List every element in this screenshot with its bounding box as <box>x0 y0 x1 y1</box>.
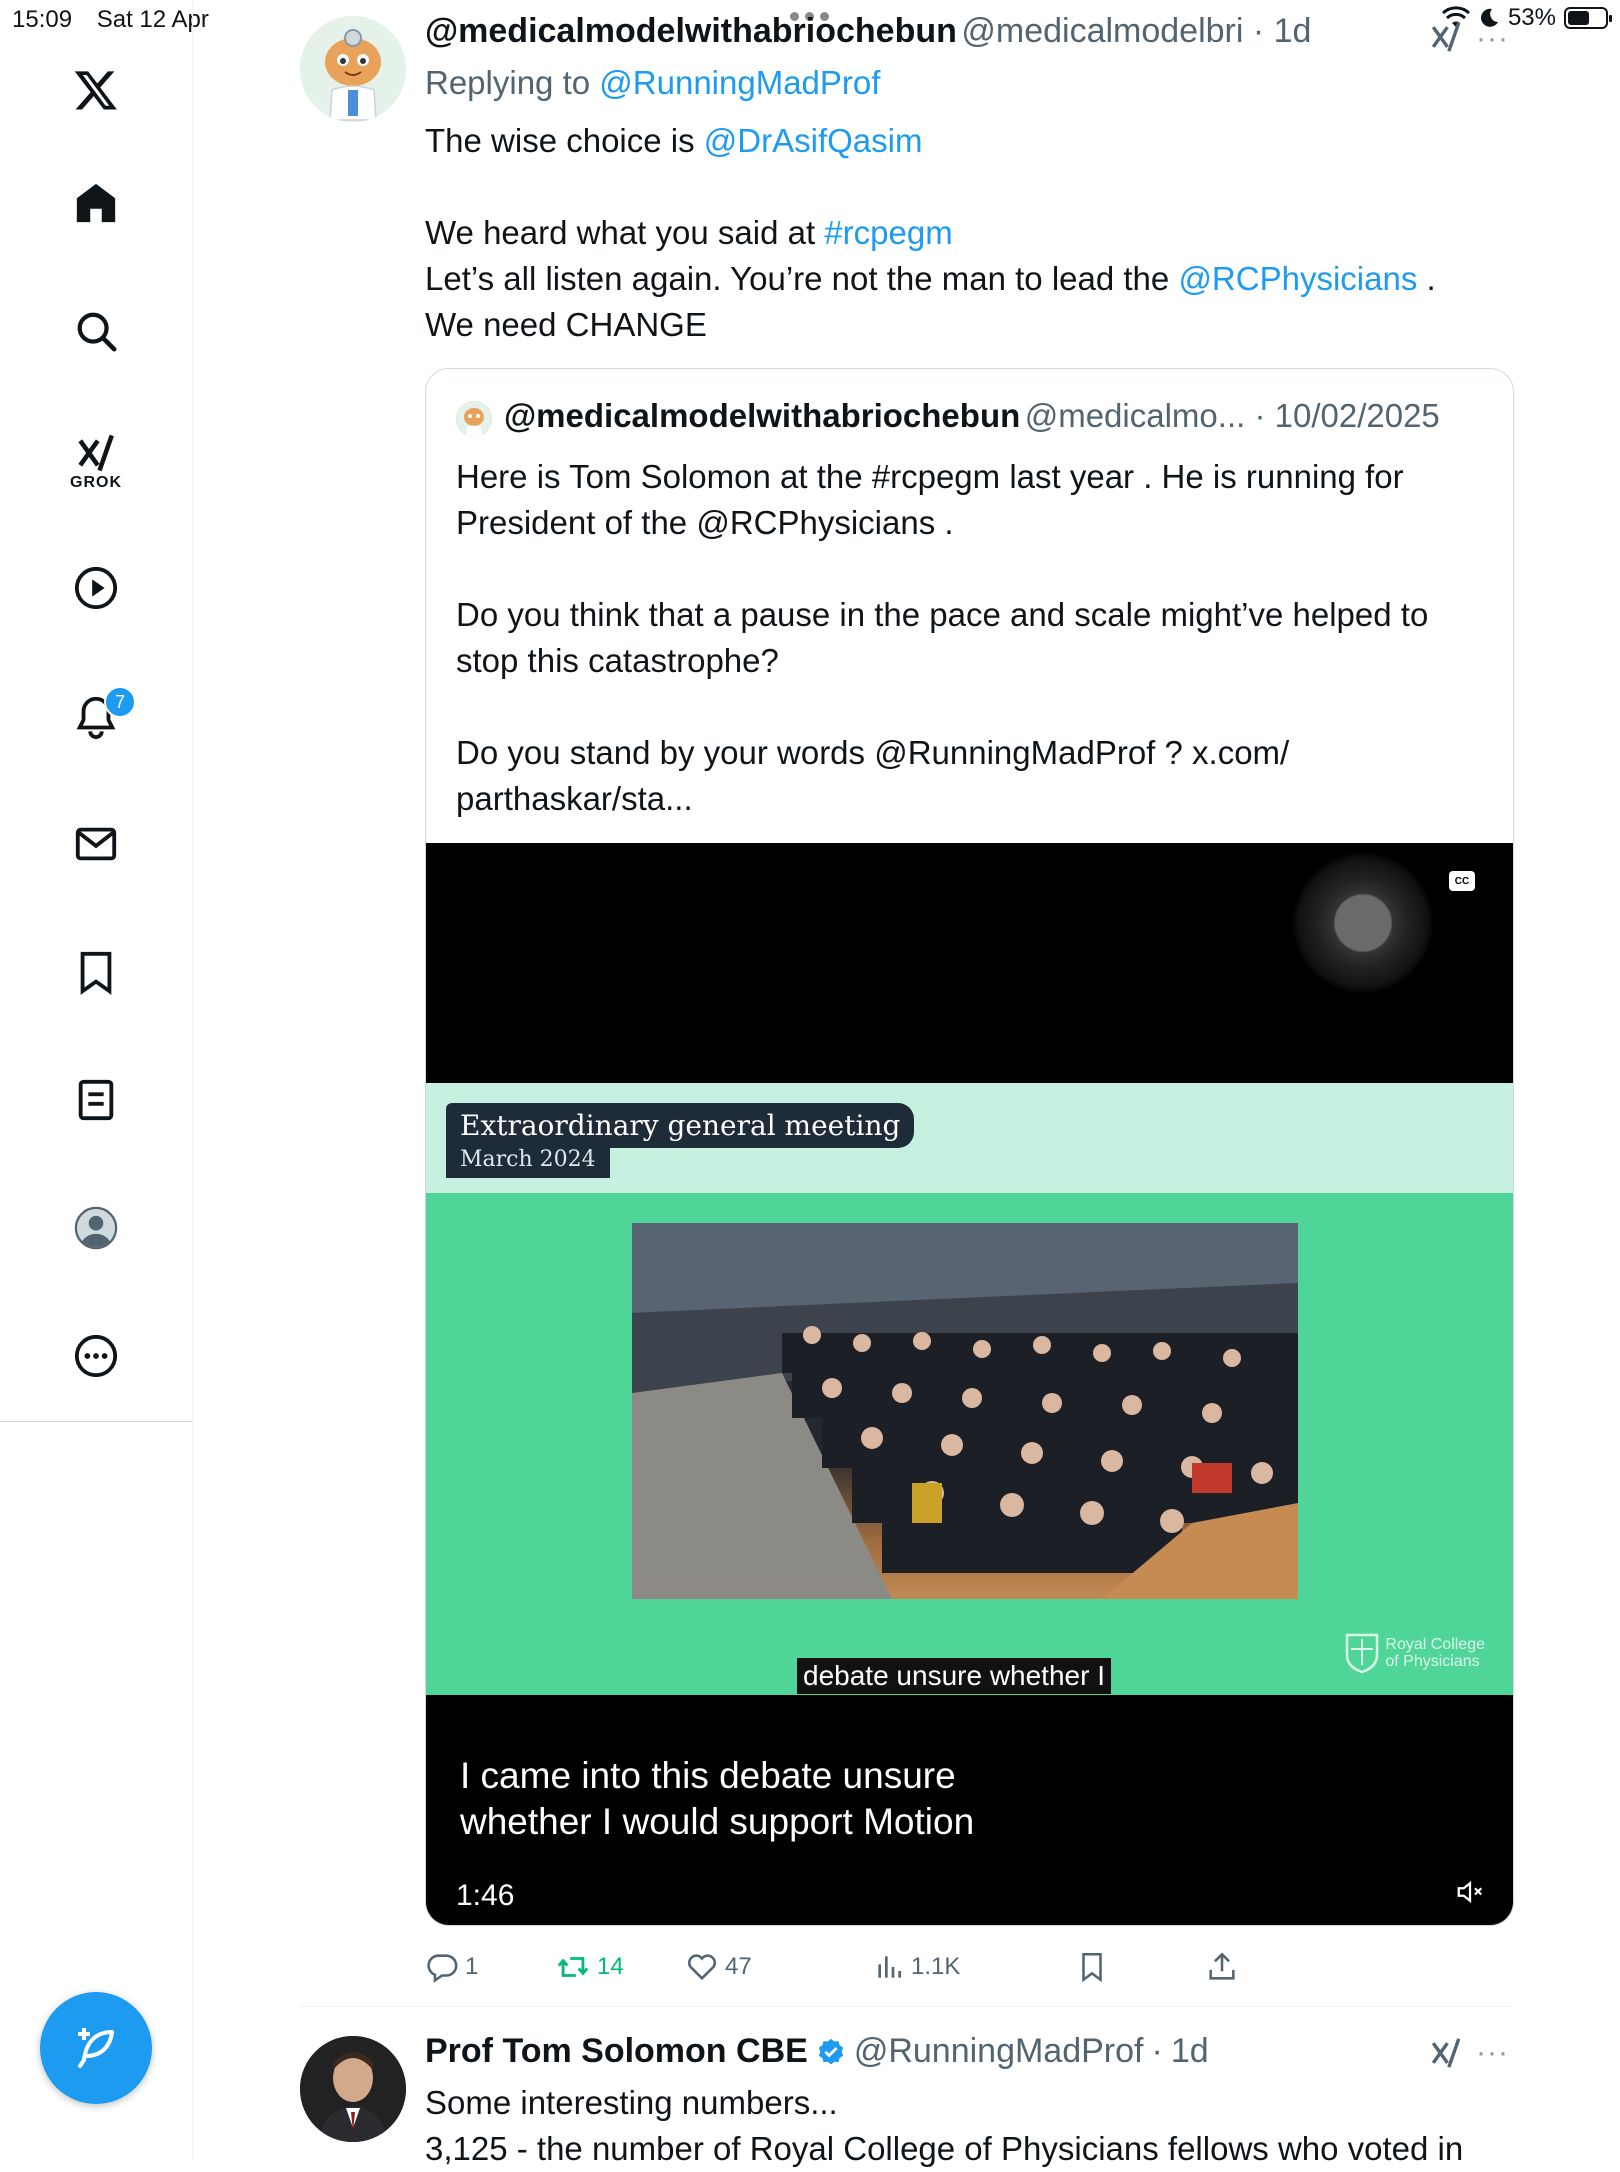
more-icon[interactable] <box>66 1326 126 1386</box>
rcp-logo: Royal College of Physicians <box>1345 1633 1485 1673</box>
repost-button[interactable]: 14 <box>555 1950 685 1984</box>
next-tweet-time[interactable]: 1d <box>1171 2032 1209 2071</box>
video-icon[interactable] <box>66 558 126 618</box>
x-logo-icon[interactable] <box>66 60 126 120</box>
quoted-author-avatar <box>456 401 492 437</box>
share-icon <box>1209 1952 1235 1980</box>
sidebar-divider <box>0 1421 192 1422</box>
tweet-more-icon[interactable]: ··· <box>1476 22 1509 56</box>
bookmark-button[interactable] <box>1075 1950 1205 1984</box>
reply-icon <box>427 1954 458 1983</box>
lists-icon[interactable] <box>66 1070 126 1130</box>
mention-rcphysicians[interactable]: @RCPhysicians <box>1178 260 1417 297</box>
compose-post-button[interactable] <box>40 1992 152 2104</box>
tweet-body: The wise choice is @DrAsifQasim We heard… <box>425 118 1515 348</box>
video-player[interactable]: CC Extraordinary general meeting March 2… <box>426 843 1513 1925</box>
verified-badge-icon <box>818 2038 844 2064</box>
author-handle[interactable]: @medicalmodelbri <box>961 12 1243 50</box>
quoted-author-handle: @medicalmo... <box>1024 397 1246 434</box>
reply-button[interactable]: 1 <box>425 1950 555 1984</box>
share-button[interactable] <box>1205 1950 1239 1984</box>
grok-label: GROK <box>70 474 122 491</box>
grok-icon[interactable]: GROK <box>66 422 126 502</box>
cartoon-doctor-avatar-icon <box>456 401 492 437</box>
tweet-time[interactable]: 1d <box>1274 12 1312 50</box>
next-author-avatar[interactable] <box>300 2036 406 2142</box>
audience-photo <box>632 1223 1298 1599</box>
next-tweet-body: Some interesting numbers... 3,125 - the … <box>425 2080 1515 2172</box>
tweet-line1: The wise choice is <box>425 122 695 159</box>
tweet-line2: We heard what you said at <box>425 214 816 251</box>
video-frame: Extraordinary general meeting March 2024 <box>426 1083 1513 1695</box>
battery-percent: 53% <box>1507 4 1556 31</box>
compose-feather-icon <box>78 2028 114 2068</box>
tweet-divider <box>300 2006 1514 2007</box>
replying-to-line: Replying to @RunningMadProf <box>425 60 880 106</box>
quoted-tweet-card[interactable]: @medicalmodelwithabriochebun @medicalmo.… <box>425 368 1514 1926</box>
next-author-name[interactable]: Prof Tom Solomon CBE <box>425 2032 808 2071</box>
mention-drasifqasim[interactable]: @DrAsifQasim <box>704 122 923 159</box>
like-button[interactable]: 47 <box>685 1950 873 1984</box>
battery-icon <box>1564 7 1612 29</box>
tweet-line3: Let’s all listen again. You’re not the m… <box>425 260 1170 297</box>
captions-button[interactable]: CC <box>1449 871 1475 891</box>
views-button[interactable]: 1.1K <box>873 1951 1075 1983</box>
touch-indicator <box>1293 853 1433 993</box>
grok-explain-icon[interactable] <box>1428 20 1464 59</box>
tweet-header: @medicalmodelwithabriochebun @medicalmod… <box>425 12 1312 50</box>
next-tweet-header: Prof Tom Solomon CBE @RunningMadProf · 1d <box>425 2032 1209 2071</box>
hashtag-rcpegm[interactable]: #rcpegm <box>824 214 952 251</box>
rcp-crest-icon <box>1346 1633 1379 1673</box>
reply-count: 1 <box>465 1953 479 1980</box>
burned-in-subtitle: debate unsure whether I <box>797 1658 1111 1694</box>
repost-count: 14 <box>597 1953 624 1980</box>
author-avatar[interactable] <box>300 16 406 122</box>
quoted-author-name: @medicalmodelwithabriochebun <box>504 397 1021 434</box>
next-grok-explain-icon[interactable] <box>1428 2036 1464 2075</box>
notification-badge: 7 <box>104 686 136 718</box>
quoted-date: 10/02/2025 <box>1274 397 1440 434</box>
portrait-avatar-icon <box>300 2036 406 2142</box>
tweet-line4: We need CHANGE <box>425 306 707 343</box>
next-tweet-line1: Some interesting numbers... <box>425 2084 838 2121</box>
bookmark-icon <box>1082 1952 1102 1983</box>
mute-icon[interactable] <box>1455 1877 1485 1912</box>
next-author-handle[interactable]: @RunningMadProf <box>854 2032 1144 2071</box>
video-duration: 1:46 <box>456 1879 515 1912</box>
video-caption: I came into this debate unsure whether I… <box>460 1755 975 1842</box>
replying-prefix: Replying to <box>425 64 591 101</box>
home-icon[interactable] <box>66 173 126 233</box>
views-count: 1.1K <box>911 1953 961 1980</box>
repost-icon <box>557 1957 589 1977</box>
views-chart-icon <box>878 1956 901 1978</box>
next-tweet-line2: 3,125 - the number of Royal College of P… <box>425 2130 1464 2167</box>
search-icon[interactable] <box>66 301 126 361</box>
status-bar-right: 53% <box>1441 4 1612 32</box>
bookmarks-icon[interactable] <box>66 942 126 1002</box>
meeting-date-tag: March 2024 <box>446 1141 610 1178</box>
tweet-actions: 1 14 47 1.1K <box>425 1950 1515 1984</box>
quoted-header: @medicalmodelwithabriochebun @medicalmo.… <box>504 397 1440 434</box>
author-name[interactable]: @medicalmodelwithabriochebun <box>425 12 957 50</box>
like-count: 47 <box>725 1953 752 1980</box>
cartoon-doctor-avatar-icon <box>300 16 406 122</box>
quoted-body: Here is Tom Solomon at the #rcpegm last … <box>456 458 1429 817</box>
next-tweet-more-icon[interactable]: ··· <box>1476 2036 1509 2070</box>
profile-icon[interactable] <box>66 1198 126 1258</box>
messages-icon[interactable] <box>66 814 126 874</box>
heart-icon <box>687 1954 717 1981</box>
replying-to-mention[interactable]: @RunningMadProf <box>599 64 880 101</box>
